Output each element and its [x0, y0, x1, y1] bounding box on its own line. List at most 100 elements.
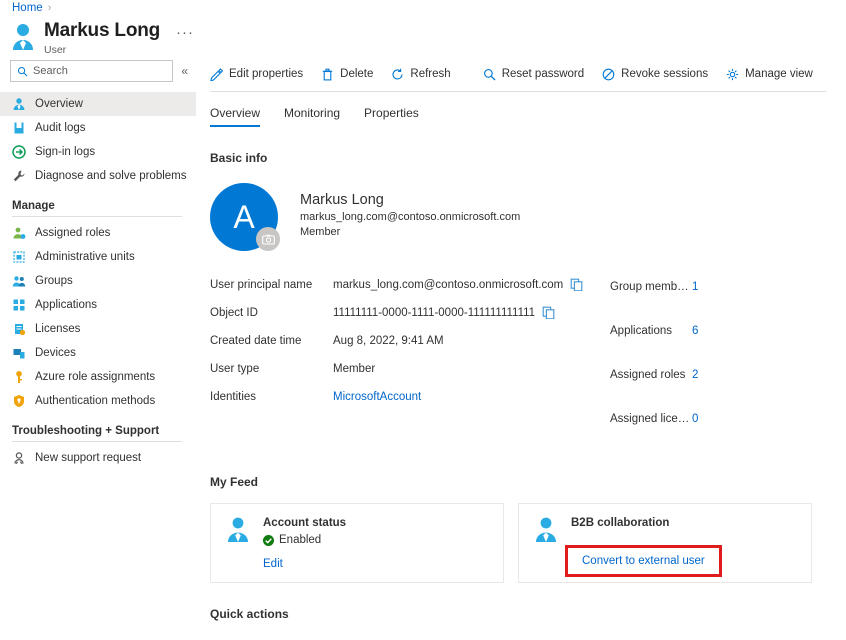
block-icon [602, 68, 615, 81]
field-list: User principal name markus_long.com@cont… [210, 273, 610, 451]
camera-glyph [262, 234, 275, 245]
edit-properties-button[interactable]: Edit properties [210, 62, 312, 86]
card-body: Account status Enabled [263, 516, 346, 546]
sidebar-item-diagnose[interactable]: Diagnose and solve problems [0, 164, 196, 188]
sidebar-item-licenses[interactable]: Licenses [0, 317, 196, 341]
toolbar-label: Delete [340, 68, 373, 80]
trash-icon [321, 68, 334, 81]
refresh-button[interactable]: Refresh [382, 62, 459, 86]
field-row: Created date time Aug 8, 2022, 9:41 AM [210, 329, 610, 352]
stat-row: Assigned licen... 0 [610, 407, 698, 430]
copy-icon[interactable] [542, 306, 555, 319]
card-header: B2B collaboration [533, 516, 797, 544]
shield-icon [12, 394, 26, 408]
field-value: Aug 8, 2022, 9:41 AM [333, 335, 444, 347]
field-value: Member [333, 363, 375, 375]
tab-properties[interactable]: Properties [364, 106, 419, 127]
copy-icon[interactable] [570, 278, 583, 291]
stat-row: Group membe... 1 [610, 275, 698, 298]
sidebar-search-row: Search « [0, 60, 196, 82]
user-icon [12, 97, 26, 111]
magnifier-icon [483, 68, 496, 81]
avatar-wrapper: A [210, 183, 278, 251]
breadcrumb: Home › [12, 2, 51, 14]
sidebar-divider [12, 216, 182, 217]
sidebar-item-signin-logs[interactable]: Sign-in logs [0, 140, 196, 164]
feed-cards: Account status Enabled Edit [210, 503, 846, 583]
delete-button[interactable]: Delete [312, 62, 382, 86]
main-content: Edit properties Delete Refresh [210, 60, 846, 640]
sidebar-item-overview[interactable]: Overview [0, 92, 196, 116]
search-input[interactable]: Search [10, 60, 173, 82]
sidebar-item-devices[interactable]: Devices [0, 341, 196, 365]
toolbar-label: Refresh [410, 68, 450, 80]
sidebar-item-new-support-request[interactable]: New support request [0, 446, 196, 470]
toolbar-overflow-menu[interactable]: ··· [836, 66, 846, 82]
page-title-texts: Markus Long User [44, 20, 160, 57]
search-placeholder: Search [33, 65, 68, 77]
field-row: User type Member [210, 357, 610, 380]
b2b-collaboration-card: B2B collaboration Convert to external us… [518, 503, 812, 583]
account-status-card: Account status Enabled Edit [210, 503, 504, 583]
stat-label: Assigned roles [610, 369, 692, 381]
sidebar-item-assigned-roles[interactable]: Assigned roles [0, 221, 196, 245]
applications-icon [12, 298, 26, 312]
sidebar-item-administrative-units[interactable]: Administrative units [0, 245, 196, 269]
stat-value[interactable]: 0 [692, 413, 698, 425]
page-more-menu[interactable]: ··· [176, 24, 194, 41]
profile-text: Markus Long markus_long.com@contoso.onmi… [300, 183, 520, 240]
user-icon [533, 516, 559, 544]
field-row: User principal name markus_long.com@cont… [210, 273, 610, 296]
convert-to-external-user-link[interactable]: Convert to external user [565, 545, 722, 577]
card-title: Account status [263, 516, 346, 531]
sidebar-item-groups[interactable]: Groups [0, 269, 196, 293]
toolbar-divider [210, 91, 826, 92]
stat-value[interactable]: 6 [692, 325, 698, 337]
edit-link[interactable]: Edit [263, 558, 283, 570]
field-row: Identities MicrosoftAccount [210, 385, 610, 408]
groups-icon [12, 274, 26, 288]
command-toolbar: Edit properties Delete Refresh [210, 60, 846, 88]
stat-label: Assigned licen... [610, 413, 692, 425]
signin-icon [12, 145, 26, 159]
admin-units-icon [12, 250, 26, 264]
field-value-link[interactable]: MicrosoftAccount [333, 391, 421, 403]
sidebar-item-label: Overview [35, 98, 83, 110]
camera-icon[interactable] [256, 227, 280, 251]
breadcrumb-separator-icon: › [48, 2, 52, 14]
sidebar-item-audit-logs[interactable]: Audit logs [0, 116, 196, 140]
page-title: Markus Long [44, 20, 160, 42]
wrench-icon [12, 169, 26, 183]
basic-info-heading: Basic info [210, 151, 846, 165]
sidebar-divider [12, 441, 182, 442]
stat-value[interactable]: 1 [692, 281, 698, 293]
card-title: B2B collaboration [571, 516, 669, 531]
stat-value[interactable]: 2 [692, 369, 698, 381]
sidebar-item-label: Assigned roles [35, 227, 110, 239]
sidebar-item-label: Diagnose and solve problems [35, 170, 187, 182]
support-icon [12, 451, 26, 465]
profile-member-type: Member [300, 225, 520, 240]
sidebar-item-label: Licenses [35, 323, 80, 335]
collapse-sidebar-icon[interactable]: « [179, 64, 190, 78]
revoke-sessions-button[interactable]: Revoke sessions [593, 62, 717, 86]
sidebar-item-azure-role-assignments[interactable]: Azure role assignments [0, 365, 196, 389]
sidebar-item-authentication-methods[interactable]: Authentication methods [0, 389, 196, 413]
toolbar-label: Reset password [502, 68, 584, 80]
sidebar-item-label: Authentication methods [35, 395, 155, 407]
breadcrumb-home[interactable]: Home [12, 2, 43, 14]
sidebar-item-applications[interactable]: Applications [0, 293, 196, 317]
pencil-icon [210, 68, 223, 81]
stat-label: Group membe... [610, 281, 692, 293]
card-header: Account status Enabled [225, 516, 489, 546]
field-label: Created date time [210, 335, 333, 347]
profile-name: Markus Long [300, 191, 520, 210]
sidebar-item-label: Devices [35, 347, 76, 359]
field-label: User type [210, 363, 333, 375]
tab-overview[interactable]: Overview [210, 106, 260, 127]
tab-monitoring[interactable]: Monitoring [284, 106, 340, 127]
page-title-row: Markus Long User ··· [10, 20, 194, 57]
manage-view-button[interactable]: Manage view [717, 62, 822, 86]
reset-password-button[interactable]: Reset password [474, 62, 593, 86]
sidebar: Search « Overview Audit logs [0, 60, 196, 470]
